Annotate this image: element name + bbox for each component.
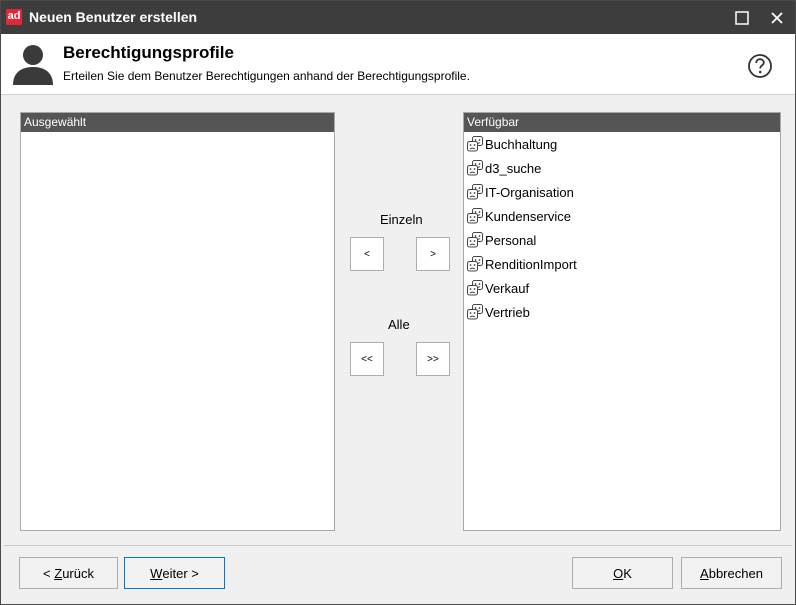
title-bar[interactable]: ad Neuen Benutzer erstellen bbox=[1, 1, 795, 34]
move-single-right-button[interactable]: > bbox=[416, 237, 450, 271]
dialog-window: ad Neuen Benutzer erstellen Berechtigung… bbox=[0, 0, 796, 605]
cancel-button-mnemonic: A bbox=[700, 565, 709, 581]
profile-icon bbox=[467, 136, 483, 152]
next-button-mnemonic: W bbox=[150, 565, 163, 581]
close-button[interactable] bbox=[760, 1, 794, 34]
list-item[interactable]: Verkauf bbox=[464, 276, 780, 300]
list-item-label: Buchhaltung bbox=[485, 136, 558, 152]
list-item-label: d3_suche bbox=[485, 160, 542, 176]
profile-icon bbox=[467, 160, 483, 176]
next-button-label: eiter > bbox=[162, 565, 199, 581]
move-all-left-button[interactable]: << bbox=[350, 342, 384, 376]
selected-profiles-list[interactable]: Ausgewählt bbox=[20, 112, 335, 531]
list-item[interactable]: Vertrieb bbox=[464, 300, 780, 324]
window-title: Neuen Benutzer erstellen bbox=[29, 9, 198, 25]
list-item-label: Verkauf bbox=[485, 280, 530, 296]
maximize-button[interactable] bbox=[725, 1, 759, 34]
ok-button-mnemonic: O bbox=[613, 565, 624, 581]
profile-icon bbox=[467, 256, 483, 272]
list-item[interactable]: d3_suche bbox=[464, 156, 780, 180]
cancel-button-label: bbrechen bbox=[708, 565, 763, 581]
profile-icon bbox=[467, 232, 483, 248]
list-item[interactable]: Kundenservice bbox=[464, 204, 780, 228]
footer-divider bbox=[4, 545, 792, 546]
page-title: Berechtigungsprofile bbox=[63, 43, 234, 62]
available-list-header: Verfügbar bbox=[464, 113, 780, 132]
list-item[interactable]: IT-Organisation bbox=[464, 180, 780, 204]
available-profiles-list[interactable]: Verfügbar Buchhaltung d3_suche IT-Organisa… bbox=[463, 112, 781, 531]
close-icon bbox=[771, 11, 783, 24]
available-list-body: Buchhaltung d3_suche IT-Organisation Kunden… bbox=[464, 132, 780, 324]
ok-button[interactable]: OK bbox=[572, 557, 673, 589]
page-subtitle: Erteilen Sie dem Benutzer Berechtigungen… bbox=[63, 69, 470, 83]
profile-icon bbox=[467, 184, 483, 200]
move-all-right-button[interactable]: >> bbox=[416, 342, 450, 376]
profile-icon bbox=[467, 208, 483, 224]
cancel-button[interactable]: Abbrechen bbox=[681, 557, 782, 589]
back-button-label: urück bbox=[62, 565, 94, 581]
list-item[interactable]: Buchhaltung bbox=[464, 132, 780, 156]
list-item[interactable]: Personal bbox=[464, 228, 780, 252]
next-button[interactable]: Weiter > bbox=[124, 557, 225, 589]
help-icon[interactable] bbox=[747, 53, 773, 79]
list-item[interactable]: RenditionImport bbox=[464, 252, 780, 276]
back-button-prefix: < bbox=[43, 565, 55, 581]
selected-list-header: Ausgewählt bbox=[21, 113, 334, 132]
single-move-label: Einzeln bbox=[380, 212, 423, 227]
all-move-label: Alle bbox=[388, 317, 410, 332]
app-logo-icon: ad bbox=[6, 9, 22, 25]
list-item-label: Personal bbox=[485, 232, 537, 248]
back-button-mnemonic: Z bbox=[54, 565, 63, 581]
list-item-label: Kundenservice bbox=[485, 208, 571, 224]
back-button[interactable]: < Zurück bbox=[19, 557, 118, 589]
ok-button-label: K bbox=[623, 565, 632, 581]
profile-icon bbox=[467, 280, 483, 296]
list-item-label: IT-Organisation bbox=[485, 184, 574, 200]
page-header: Berechtigungsprofile Erteilen Sie dem Be… bbox=[1, 34, 795, 95]
list-item-label: Vertrieb bbox=[485, 304, 530, 320]
maximize-icon bbox=[735, 10, 749, 25]
user-icon bbox=[13, 45, 53, 85]
move-single-left-button[interactable]: < bbox=[350, 237, 384, 271]
list-item-label: RenditionImport bbox=[485, 256, 577, 272]
profile-icon bbox=[467, 304, 483, 320]
